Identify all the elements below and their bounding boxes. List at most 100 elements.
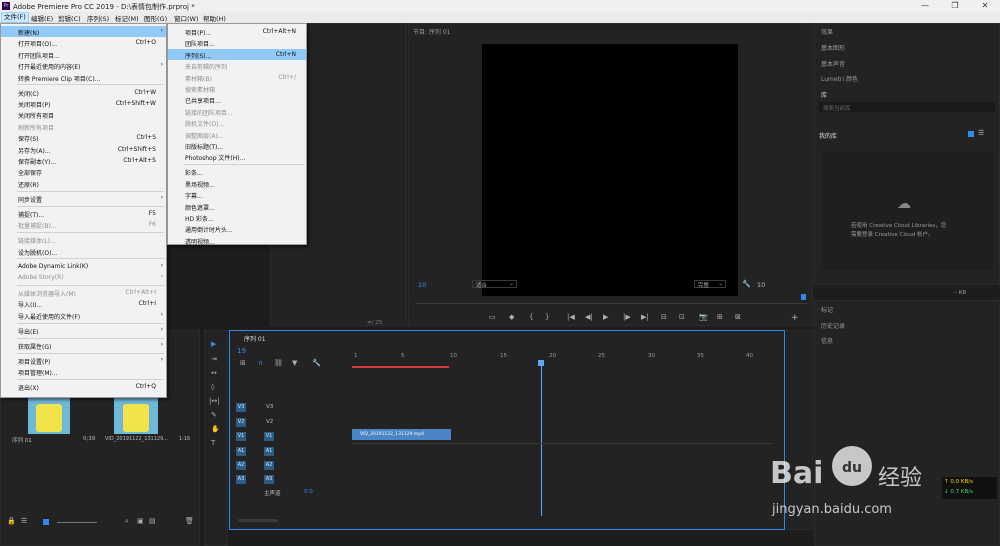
trash-icon[interactable]: 🗑	[185, 517, 194, 525]
settings-icon[interactable]: ⊠	[735, 313, 741, 321]
menu-item-彩条[interactable]: 彩条...	[168, 166, 306, 177]
nest-icon[interactable]: ⊞	[240, 359, 246, 367]
menu-item-打开最近使用的内容[interactable]: 打开最近使用的内容(E) ›	[1, 60, 166, 71]
slip-tool-icon[interactable]: |↔|	[209, 397, 220, 405]
menu-marker[interactable]: 标记(M)	[113, 13, 141, 23]
menu-item-同步设置[interactable]: 同步设置 ›	[1, 193, 166, 204]
menu-item-已共享项目[interactable]: 已共享项目...	[168, 94, 306, 105]
track-target-v2[interactable]: V2	[236, 418, 246, 427]
menu-item-通用倒计时片头[interactable]: 通用倒计时片头...	[168, 223, 306, 234]
tab-markers[interactable]: 标记	[821, 305, 833, 314]
menu-item-项目管理[interactable]: 项目管理(M)...	[1, 366, 166, 377]
tab-libraries[interactable]: 库	[821, 90, 827, 99]
menu-item-全部保存[interactable]: 全部保存	[1, 166, 166, 177]
program-monitor-tab[interactable]: 节目: 序列 01	[413, 27, 450, 36]
library-dropdown[interactable]: 我的库	[819, 131, 837, 140]
menu-item-adobe-dynamic-link[interactable]: Adobe Dynamic Link(K) ›	[1, 261, 166, 272]
wrench-icon[interactable]: 🔧	[312, 359, 321, 367]
lift-icon[interactable]: ⊟	[661, 313, 667, 321]
track-target-v1[interactable]: V1	[236, 432, 246, 441]
menu-item-透明视频[interactable]: 透明视频...	[168, 235, 306, 246]
menu-item-另存为[interactable]: 另存为(A)... Ctrl+Shift+S	[1, 144, 166, 155]
menu-item-设为脱机[interactable]: 设为脱机(O)...	[1, 246, 166, 257]
step-back-icon[interactable]: ◀|	[585, 313, 593, 321]
search-icon[interactable]: ⌕	[125, 517, 129, 526]
menu-item-退出[interactable]: 退出(X) Ctrl+Q	[1, 381, 166, 392]
track-v1-source[interactable]: V1	[264, 432, 274, 441]
menu-edit[interactable]: 编辑(E)	[29, 13, 55, 23]
track-target-a2[interactable]: A2	[236, 461, 246, 470]
minimize-button[interactable]: —	[910, 0, 940, 12]
timeline-ruler[interactable]: 1 5 10 15 20 25 30 35 40	[352, 353, 772, 368]
master-track-value[interactable]: 0.0	[304, 489, 313, 495]
track-target-a1[interactable]: A1	[236, 447, 246, 456]
new-bin-icon[interactable]: ▣	[137, 517, 144, 525]
menu-help[interactable]: 帮助(H)	[201, 13, 228, 23]
playhead-line[interactable]	[541, 364, 542, 516]
list-view-icon[interactable]: ☰	[978, 129, 984, 137]
menu-window[interactable]: 窗口(W)	[172, 13, 201, 23]
menu-item-导出[interactable]: 导出(E) ›	[1, 325, 166, 336]
tab-effects[interactable]: 效果	[821, 27, 833, 36]
pen-tool-icon[interactable]: ✎	[211, 411, 217, 419]
menu-item-导入最近使用的文件[interactable]: 导入最近使用的文件(F) ›	[1, 310, 166, 321]
tab-essential-sound[interactable]: 基本声音	[821, 59, 845, 68]
menu-item-photoshop-文件[interactable]: Photoshop 文件(H)...	[168, 151, 306, 162]
hand-tool-icon[interactable]: ✋	[211, 425, 220, 433]
track-target-v3[interactable]: V3	[236, 403, 246, 412]
track-a2-source[interactable]: A2	[264, 461, 274, 470]
menu-item-捕捉[interactable]: 捕捉(T)... F5	[1, 208, 166, 219]
close-window-button[interactable]: ✕	[970, 0, 1000, 12]
menu-item-还原[interactable]: 还原(R)	[1, 178, 166, 189]
go-to-in-icon[interactable]: |◀	[567, 313, 575, 321]
add-marker-icon[interactable]: ▼	[292, 359, 297, 367]
menu-item-旧版标题[interactable]: 旧版标题(T)...	[168, 140, 306, 151]
menu-item-团队项目[interactable]: 团队项目...	[168, 37, 306, 48]
track-a3-source[interactable]: A3	[264, 475, 274, 484]
menu-item-关闭所有项目[interactable]: 关闭所有项目	[1, 109, 166, 120]
safe-margins-icon[interactable]: ▭	[489, 313, 496, 321]
tab-info[interactable]: 信息	[821, 336, 833, 345]
mark-out-icon[interactable]: }	[545, 313, 549, 321]
menu-item-获取属性[interactable]: 获取属性(G) ›	[1, 340, 166, 351]
menu-graphics[interactable]: 图形(G)	[142, 13, 169, 23]
timeline-zoom-scroll[interactable]	[238, 519, 278, 522]
timeline-tab[interactable]: 序列 01	[244, 334, 266, 343]
program-playhead[interactable]	[801, 294, 806, 300]
maximize-button[interactable]: ❐	[940, 0, 970, 12]
mark-in-icon[interactable]: {	[529, 313, 533, 321]
export-frame-icon[interactable]: 📷	[699, 313, 708, 321]
video-thumbnail[interactable]	[114, 398, 158, 434]
extract-icon[interactable]: ⊡	[679, 313, 685, 321]
snap-icon[interactable]: ∩	[258, 359, 263, 367]
play-icon[interactable]: ▶	[603, 313, 608, 321]
quality-select[interactable]: 完整 ⌄	[694, 280, 726, 289]
list-view-icon[interactable]: ☰	[21, 517, 27, 525]
add-marker-icon[interactable]: ◆	[509, 313, 514, 321]
wrench-icon[interactable]: 🔧	[742, 280, 751, 288]
menu-item-导入[interactable]: 导入(I)... Ctrl+I	[1, 298, 166, 309]
menu-file[interactable]: 文件(F)	[1, 12, 29, 23]
library-search-input[interactable]: 搜索当前库	[819, 102, 995, 112]
menu-item-项目[interactable]: 项目(P)... Ctrl+Alt+N	[168, 26, 306, 37]
tab-essential-graphics[interactable]: 基本图形	[821, 43, 845, 52]
selection-tool-icon[interactable]: ▶	[211, 340, 216, 348]
work-area-bar[interactable]	[352, 366, 449, 368]
menu-item-打开团队项目[interactable]: 打开团队项目...	[1, 49, 166, 60]
menu-item-序列[interactable]: 序列(S)... Ctrl+N	[168, 48, 306, 61]
lock-icon[interactable]: 🔒	[7, 517, 16, 525]
timeline-timecode[interactable]: 19	[237, 347, 246, 355]
track-a1-source[interactable]: A1	[264, 447, 274, 456]
zoom-slider[interactable]	[57, 522, 97, 523]
track-target-a3[interactable]: A3	[236, 475, 246, 484]
menu-item-项目设置[interactable]: 项目设置(P) ›	[1, 355, 166, 366]
menu-item-颜色遮罩[interactable]: 颜色遮罩...	[168, 201, 306, 212]
step-forward-icon[interactable]: |▶	[623, 313, 631, 321]
tab-history[interactable]: 历史记录	[821, 321, 845, 330]
fit-select[interactable]: 适合 ⌄	[472, 280, 517, 289]
video-clip[interactable]: VID_20191122_131129.mp4	[352, 429, 451, 440]
linked-selection-icon[interactable]: ⛓	[274, 359, 283, 367]
menu-item-字幕[interactable]: 字幕...	[168, 189, 306, 200]
comparison-view-icon[interactable]: ⊞	[717, 313, 723, 321]
menu-item-hd-彩条[interactable]: HD 彩条...	[168, 212, 306, 223]
